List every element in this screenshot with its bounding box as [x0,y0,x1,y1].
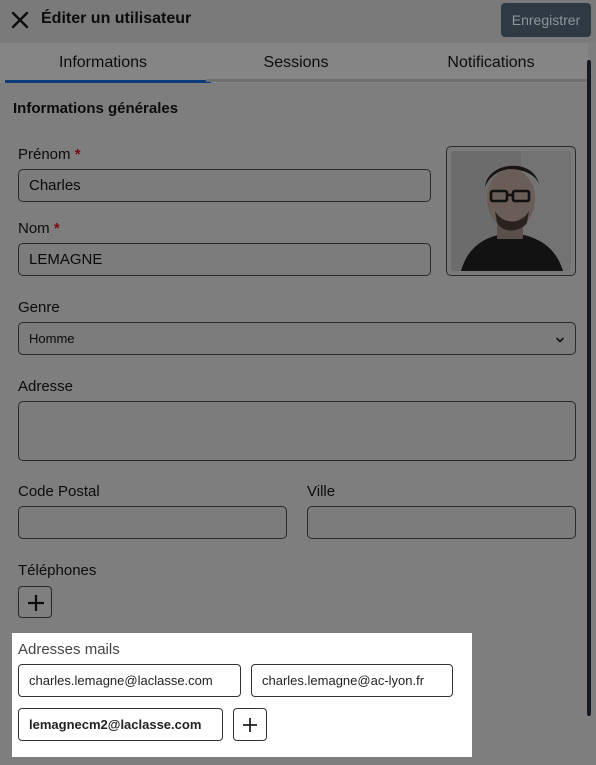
avatar-frame[interactable] [446,146,576,276]
email-chip-primary[interactable]: lemagnecm2@laclasse.com [18,708,223,741]
gender-select[interactable]: Homme [18,322,576,355]
gender-label: Genre [18,299,60,316]
close-icon[interactable] [10,10,30,30]
firstname-value: Charles [29,177,81,194]
tab-notifications[interactable]: Notifications [393,43,589,83]
avatar [451,151,571,271]
firstname-label-text: Prénom [18,146,71,163]
email-chip[interactable]: charles.lemagne@laclasse.com [18,664,241,697]
tab-sessions[interactable]: Sessions [198,43,394,83]
tab-bar: Informations Sessions Notifications [0,43,588,83]
lastname-label: Nom * [18,220,60,237]
scrollbar[interactable] [587,60,591,716]
dialog-title: Éditer un utilisateur [41,10,192,27]
required-mark: * [74,146,81,163]
email-chip[interactable]: charles.lemagne@ac-lyon.fr [251,664,453,697]
lastname-value: LEMAGNE [29,251,103,268]
address-label: Adresse [18,378,74,395]
emails-title: Adresses mails [18,641,120,658]
save-button[interactable]: Enregistrer [501,3,591,37]
tab-divider [206,79,588,82]
section-title: Informations générales [13,100,179,117]
firstname-label: Prénom * [18,146,81,163]
firstname-input[interactable]: Charles [18,169,431,202]
lastname-input[interactable]: LEMAGNE [18,243,431,276]
gender-value: Homme [29,331,75,346]
plus-icon [28,595,44,611]
postal-code-label: Code Postal [18,483,100,500]
lastname-label-text: Nom [18,220,50,237]
address-input[interactable] [18,401,576,461]
required-mark: * [53,220,60,237]
postal-code-input[interactable] [18,506,287,539]
city-input[interactable] [307,506,576,539]
add-email-button[interactable] [233,708,267,741]
add-phone-button[interactable] [18,586,52,618]
city-label: Ville [307,483,336,500]
emails-panel: Adresses mails charles.lemagne@laclasse.… [12,633,472,757]
tab-informations[interactable]: Informations [5,43,211,83]
plus-icon [243,718,257,732]
dialog-header: Éditer un utilisateur Enregistrer [0,0,596,42]
phones-label: Téléphones [18,562,97,579]
chevron-down-icon [555,333,565,343]
